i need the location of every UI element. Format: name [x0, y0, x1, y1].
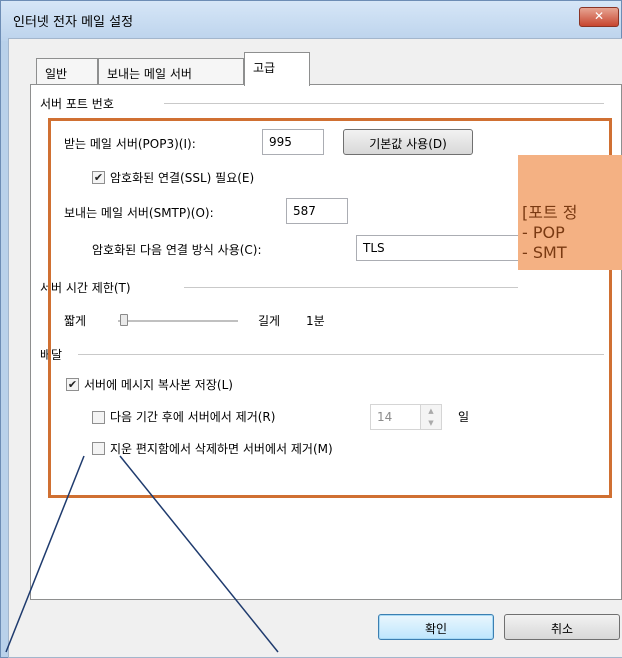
- tab-advanced[interactable]: 고급: [244, 52, 310, 86]
- annotation-arrows: [5, 455, 279, 653]
- arrow-line-left: [5, 455, 85, 653]
- tab-advanced-label: 고급: [253, 61, 276, 75]
- arrow-line-right: [119, 455, 279, 653]
